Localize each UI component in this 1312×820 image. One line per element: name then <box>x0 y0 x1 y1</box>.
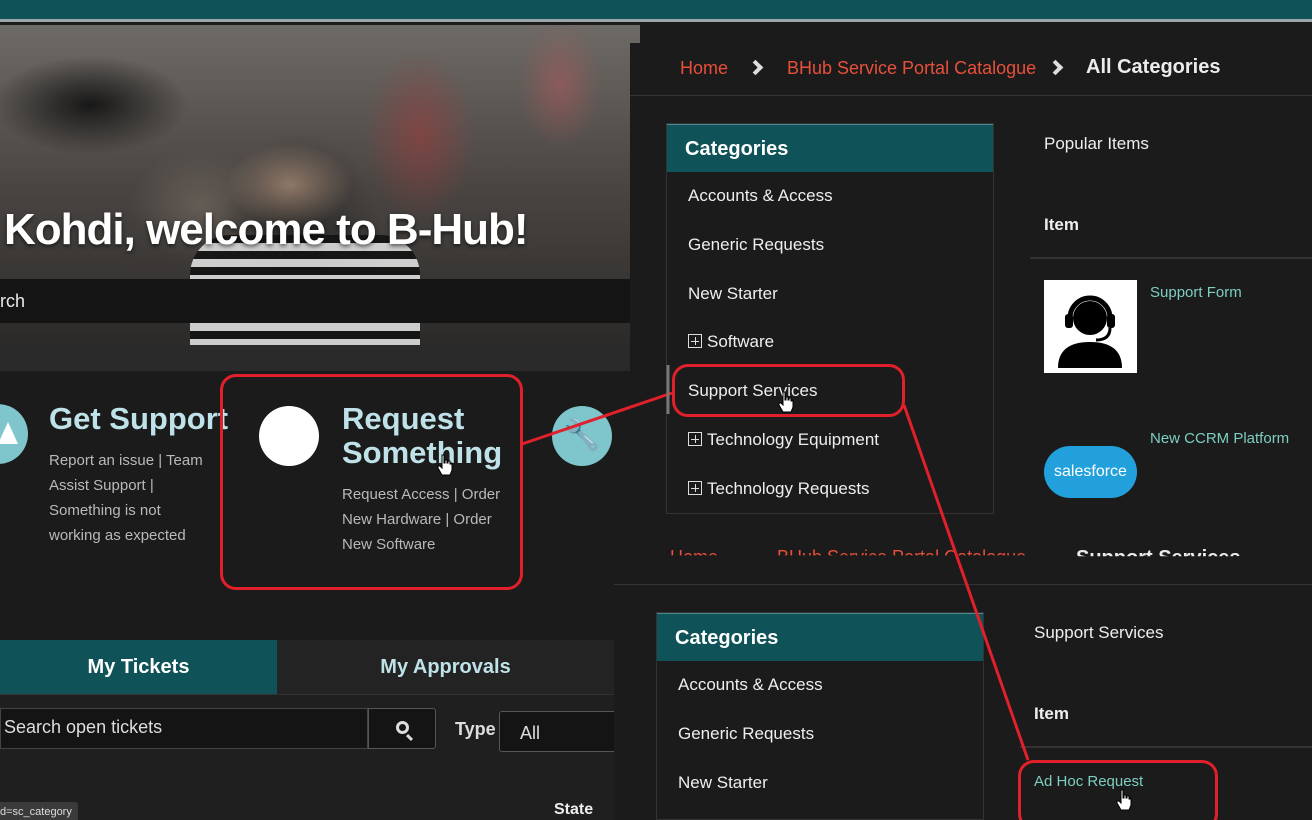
support-services-heading: Support Services <box>1034 623 1164 642</box>
state-column-header: State <box>554 801 594 818</box>
hand-cursor-icon <box>437 454 453 476</box>
tab-my-approvals[interactable]: My Approvals <box>277 640 614 694</box>
categories-heading: Categories <box>667 124 993 172</box>
categories-heading-2: Categories <box>657 613 983 661</box>
search-icon <box>396 721 409 734</box>
expand-icon[interactable] <box>688 334 702 348</box>
category-technology-requests-label: Technology Requests <box>707 479 870 498</box>
request-something-title-2[interactable]: Something <box>342 436 502 470</box>
divider <box>1030 257 1312 259</box>
screenshot-composite: Kohdi, welcome to B-Hub! rch Get Support… <box>0 0 1312 820</box>
wrench-icon[interactable]: 🔧 <box>552 406 612 466</box>
tickets-tabs: My Tickets My Approvals <box>0 640 614 694</box>
welcome-title: Kohdi, welcome to B-Hub! <box>4 205 529 254</box>
url-status-tooltip: d=sc_category <box>0 802 78 820</box>
item-ad-hoc-request[interactable]: Ad Hoc Request <box>1034 773 1143 790</box>
request-something-desc-1: Request Access | Order <box>342 486 501 503</box>
expand-icon[interactable] <box>688 481 702 495</box>
category-technology-equipment-label: Technology Equipment <box>707 430 880 449</box>
category-software-label: Software <box>707 332 775 351</box>
breadcrumb-home[interactable]: Home <box>680 58 728 79</box>
item-column-header: Item <box>1044 215 1079 234</box>
ticket-search-button[interactable] <box>368 708 436 749</box>
request-something-desc-3: New Software <box>342 536 436 553</box>
category-technology-requests[interactable]: Technology Requests <box>688 479 870 499</box>
category-support-services[interactable]: Support Services <box>688 381 817 401</box>
support-headset-icon[interactable] <box>1044 280 1137 373</box>
type-select[interactable]: All <box>499 711 619 752</box>
divider <box>614 584 1312 585</box>
category-generic-requests[interactable]: Generic Requests <box>688 235 824 255</box>
type-label: Type <box>455 719 496 739</box>
hero-search-input[interactable]: rch <box>0 279 640 323</box>
request-something-desc-2: New Hardware | Order <box>342 511 492 528</box>
get-support-desc-2: Assist Support | <box>49 477 154 494</box>
hand-cursor-icon <box>1116 789 1132 811</box>
categories-panel <box>666 123 994 514</box>
category-accounts-access-2[interactable]: Accounts & Access <box>678 675 823 695</box>
expand-icon[interactable] <box>688 432 702 446</box>
salesforce-logo[interactable]: salesforce <box>1044 446 1137 498</box>
item-column-header-2: Item <box>1034 704 1069 723</box>
support-alert-icon[interactable] <box>0 404 28 464</box>
get-support-desc-4: working as expected <box>49 527 186 544</box>
divider <box>1020 746 1312 748</box>
item-support-form[interactable]: Support Form <box>1150 284 1242 301</box>
request-something-title-1[interactable]: Request <box>342 402 464 436</box>
category-technology-equipment[interactable]: Technology Equipment <box>688 430 879 450</box>
category-software[interactable]: Software <box>688 332 774 352</box>
ticket-search-input[interactable]: Search open tickets <box>0 708 368 749</box>
hand-cursor-icon <box>778 391 794 413</box>
top-bar <box>0 0 1312 22</box>
category-new-starter[interactable]: New Starter <box>688 284 778 304</box>
tab-my-tickets[interactable]: My Tickets <box>0 640 277 694</box>
category-new-starter-2[interactable]: New Starter <box>678 773 768 793</box>
category-generic-requests-2[interactable]: Generic Requests <box>678 724 814 744</box>
get-support-desc-1: Report an issue | Team <box>49 452 203 469</box>
popular-items-heading: Popular Items <box>1044 134 1149 153</box>
category-accounts-access[interactable]: Accounts & Access <box>688 186 833 206</box>
get-support-title[interactable]: Get Support <box>49 402 228 436</box>
breadcrumb-catalogue[interactable]: BHub Service Portal Catalogue <box>787 58 1036 79</box>
breadcrumb-current: All Categories <box>1086 56 1221 78</box>
item-new-ccrm-platform[interactable]: New CCRM Platform <box>1150 430 1289 447</box>
request-something-icon[interactable] <box>259 406 319 466</box>
divider-strip <box>0 347 630 371</box>
get-support-desc-3: Something is not <box>49 502 161 519</box>
